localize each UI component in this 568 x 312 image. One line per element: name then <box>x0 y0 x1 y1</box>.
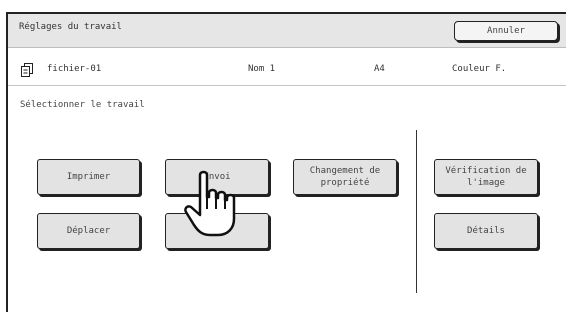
details-button[interactable]: Détails <box>434 213 538 249</box>
cancel-button[interactable]: Annuler <box>454 21 558 41</box>
vertical-divider <box>416 130 417 293</box>
file-icon <box>21 63 33 77</box>
change-property-button[interactable]: Changement de propriété <box>293 159 397 195</box>
page-title: Réglages du travail <box>19 22 122 32</box>
pointing-hand-icon <box>182 167 248 243</box>
select-job-prompt: Sélectionner le travail <box>20 100 145 110</box>
job-paper-size: A4 <box>374 64 385 74</box>
print-button[interactable]: Imprimer <box>37 159 140 195</box>
job-file-name: fichier-01 <box>47 64 102 74</box>
image-check-button[interactable]: Vérification de l'image <box>434 159 538 195</box>
job-color-mode: Couleur F. <box>452 64 507 74</box>
move-button[interactable]: Déplacer <box>37 213 140 249</box>
job-info-row: fichier-01 Nom 1 A4 Couleur F. <box>8 48 566 86</box>
job-settings-panel: Réglages du travail fichier-01 Nom 1 A4 … <box>6 12 566 312</box>
job-user-name: Nom 1 <box>248 64 276 74</box>
